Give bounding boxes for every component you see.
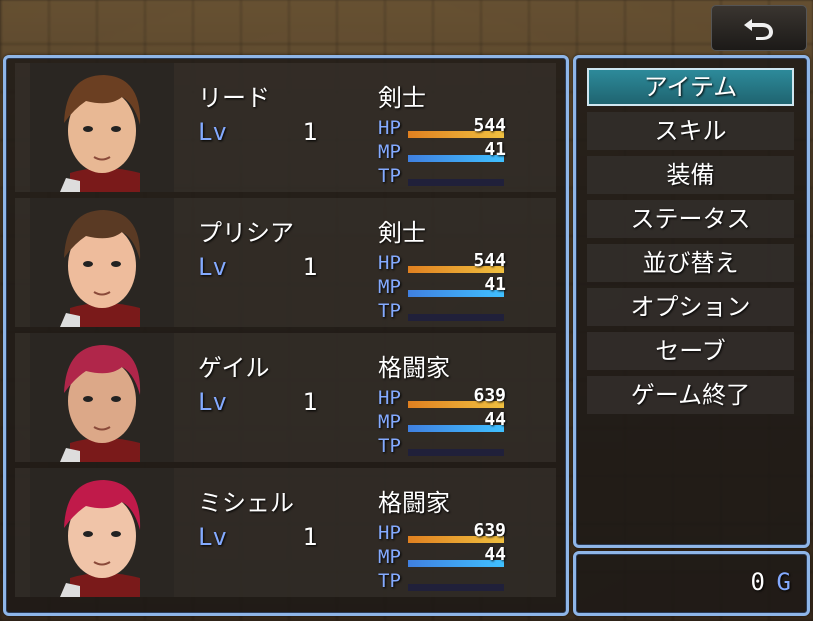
mp-label: MP (378, 411, 401, 433)
hp-label: HP (378, 387, 401, 409)
tp-gauge (408, 179, 504, 186)
command-item[interactable]: スキル (587, 112, 794, 150)
mp-label: MP (378, 276, 401, 298)
back-button[interactable] (711, 5, 807, 51)
tp-label: TP (378, 435, 401, 457)
hp-value: 544 (473, 115, 506, 136)
mp-value: 41 (484, 274, 506, 295)
mp-value: 44 (484, 544, 506, 565)
actor-name: ミシェル (198, 489, 294, 517)
level-label: Lv (198, 118, 227, 146)
tp-label: TP (378, 570, 401, 592)
actor-class: 剣士 (378, 84, 426, 112)
command-item[interactable]: 並び替え (587, 244, 794, 282)
level-label: Lv (198, 253, 227, 281)
mp-value: 44 (484, 409, 506, 430)
tp-gauge (408, 449, 504, 456)
gold-unit: G (776, 568, 791, 596)
mp-value: 41 (484, 139, 506, 160)
level-value: 1 (302, 388, 318, 416)
tp-label: TP (378, 300, 401, 322)
level-label: Lv (198, 523, 227, 551)
level-value: 1 (302, 118, 318, 146)
mp-label: MP (378, 141, 401, 163)
command-item[interactable]: セーブ (587, 332, 794, 370)
actor-class: 格闘家 (378, 489, 450, 517)
command-item[interactable]: オプション (587, 288, 794, 326)
actor-face (30, 63, 174, 192)
actor-row[interactable]: プリシア 剣士 Lv 1 HP 544 MP 41 TP (15, 198, 556, 327)
hp-label: HP (378, 252, 401, 274)
actor-face (30, 333, 174, 462)
actor-class: 剣士 (378, 219, 426, 247)
hp-value: 639 (473, 385, 506, 406)
actor-name: ゲイル (198, 354, 270, 382)
gold-window: 0 G (573, 551, 810, 616)
actor-row[interactable]: リード 剣士 Lv 1 HP 544 MP 41 TP (15, 63, 556, 192)
actor-name: プリシア (198, 219, 294, 247)
hp-label: HP (378, 522, 401, 544)
hp-value: 639 (473, 520, 506, 541)
tp-gauge (408, 314, 504, 321)
command-item[interactable]: ステータス (587, 200, 794, 238)
actor-row[interactable]: ゲイル 格闘家 Lv 1 HP 639 MP 44 TP (15, 333, 556, 462)
command-item[interactable]: 装備 (587, 156, 794, 194)
command-item[interactable]: アイテム (587, 68, 794, 106)
tp-gauge (408, 584, 504, 591)
actor-name: リード (198, 84, 270, 112)
return-arrow-icon (744, 19, 773, 40)
command-item[interactable]: ゲーム終了 (587, 376, 794, 414)
actor-row[interactable]: ミシェル 格闘家 Lv 1 HP 639 MP 44 TP (15, 468, 556, 597)
hp-label: HP (378, 117, 401, 139)
hp-value: 544 (473, 250, 506, 271)
level-value: 1 (302, 253, 318, 281)
gold-amount: 0 (750, 568, 765, 596)
actor-face (30, 468, 174, 597)
tp-label: TP (378, 165, 401, 187)
level-value: 1 (302, 523, 318, 551)
mp-label: MP (378, 546, 401, 568)
actor-face (30, 198, 174, 327)
level-label: Lv (198, 388, 227, 416)
actor-class: 格闘家 (378, 354, 450, 382)
